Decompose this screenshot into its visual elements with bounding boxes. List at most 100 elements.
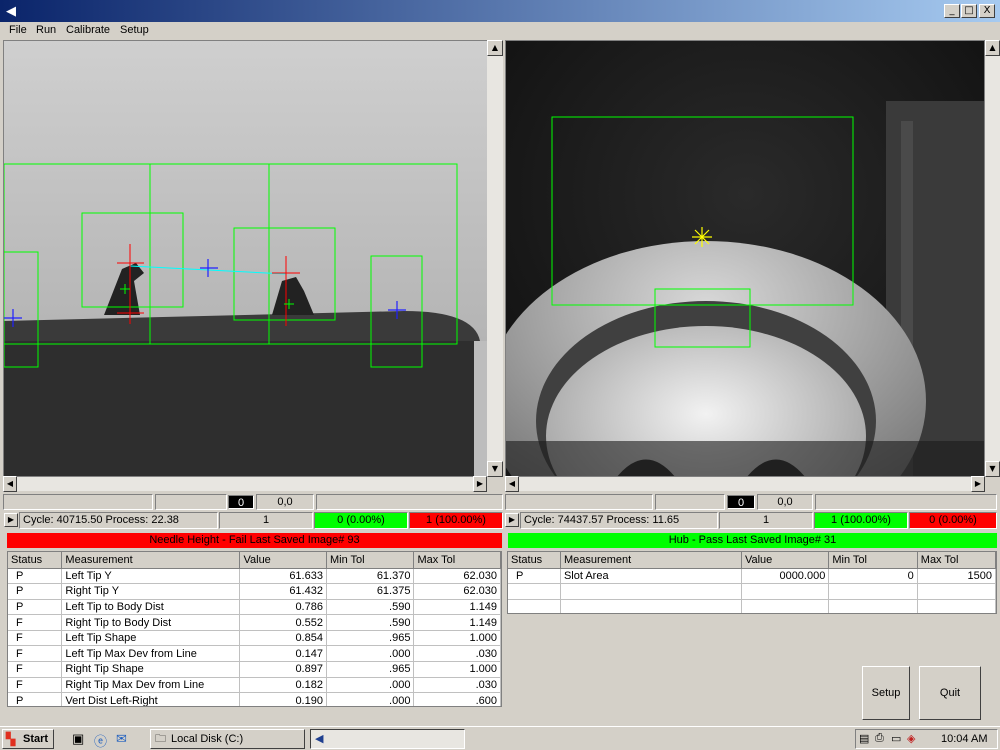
left-cycle-info: Cycle: 40715.50 Process: 22.38 xyxy=(19,512,218,529)
close-button[interactable]: X xyxy=(979,4,995,18)
right-count: 1 xyxy=(719,512,813,529)
column-header[interactable]: Status xyxy=(508,552,561,569)
restore-button[interactable]: □ xyxy=(961,4,977,18)
scroll-down-icon[interactable]: ▼ xyxy=(487,461,503,477)
status-cell: F xyxy=(8,645,63,663)
right-vertical-scrollbar[interactable]: ▲ ▼ xyxy=(985,40,1000,477)
max-tol-cell: 1.149 xyxy=(413,599,501,616)
max-tol-cell: 1.000 xyxy=(413,661,501,678)
left-counter: 0 xyxy=(228,495,254,509)
table-row[interactable] xyxy=(508,583,996,600)
table-row[interactable]: P Left Tip Y 61.633 61.370 62.030 xyxy=(8,568,501,585)
min-tol-cell xyxy=(828,599,918,613)
value-cell: 0.786 xyxy=(239,599,327,616)
table-row[interactable]: P Vert Dist Left-Right 0.190.000.600 xyxy=(8,692,501,706)
table-row[interactable]: F Left Tip Shape 0.854.965 1.000 xyxy=(8,630,501,647)
column-header[interactable]: Min Tol xyxy=(828,552,918,569)
right-run-arrow-icon[interactable]: ▶ xyxy=(505,513,519,527)
max-tol-cell: .600 xyxy=(413,692,501,706)
menu-setup[interactable]: Setup xyxy=(120,24,149,36)
menu-run[interactable]: Run xyxy=(36,24,56,36)
min-tol-cell: .965 xyxy=(326,661,415,678)
menu-file[interactable]: File xyxy=(9,24,27,36)
taskbar-task-local-disk[interactable]: 🗀 Local Disk (C:) xyxy=(150,729,305,749)
tray-monitor-icon[interactable]: ▭ xyxy=(891,732,901,745)
scroll-left-icon[interactable]: ◀ xyxy=(505,476,519,492)
column-header[interactable]: Measurement xyxy=(560,552,742,569)
windows-logo-icon: ▚ xyxy=(6,732,16,746)
table-row[interactable]: F Right Tip Max Dev from Line 0.182.000.03… xyxy=(8,677,501,694)
table-row[interactable]: F Left Tip Max Dev from Line 0.147.000.030 xyxy=(8,645,501,663)
measurement-cell: Right Tip Shape xyxy=(61,661,241,678)
scroll-right-icon[interactable]: ▶ xyxy=(473,476,487,492)
column-header[interactable]: Measurement xyxy=(61,552,241,569)
column-header[interactable]: Value xyxy=(239,552,327,569)
measurement-cell xyxy=(560,583,742,600)
column-header[interactable]: Status xyxy=(8,552,63,569)
desktop-icon[interactable]: ▣ xyxy=(72,731,84,747)
right-camera-view[interactable] xyxy=(505,40,985,477)
app-back-icon[interactable]: ◀ xyxy=(6,3,22,19)
menu-calibrate[interactable]: Calibrate xyxy=(66,24,110,36)
min-tol-cell xyxy=(828,583,918,600)
tray-network-icon[interactable]: ▤ xyxy=(859,732,869,745)
right-empty-field xyxy=(505,494,653,510)
min-tol-cell: .000 xyxy=(326,692,415,706)
table-row[interactable]: F Right Tip Shape 0.897.965 1.000 xyxy=(8,661,501,678)
right-empty-field-3 xyxy=(815,494,997,510)
min-tol-cell: .000 xyxy=(326,677,415,694)
scroll-right-icon[interactable]: ▶ xyxy=(971,476,985,492)
status-cell: F xyxy=(8,614,63,631)
table-row[interactable] xyxy=(508,599,996,613)
table-row[interactable]: P Left Tip to Body Dist 0.786.590 1.149 xyxy=(8,599,501,616)
measurement-cell: Vert Dist Left-Right xyxy=(61,692,241,706)
left-count: 1 xyxy=(219,512,313,529)
left-fail-count: 1 (100.00%) xyxy=(409,512,503,529)
tray-printer-icon[interactable]: ⎙ xyxy=(875,732,884,745)
minimize-button[interactable]: _ xyxy=(944,4,960,18)
status-cell: P xyxy=(8,583,63,600)
table-row[interactable]: P Slot Area 0000.000 0 1500 xyxy=(508,568,996,585)
left-camera-view[interactable] xyxy=(3,40,489,477)
table-row[interactable]: P Right Tip Y 61.432 61.375 62.030 xyxy=(8,583,501,600)
scroll-up-icon[interactable]: ▲ xyxy=(487,40,503,56)
value-cell: 0.182 xyxy=(239,677,327,694)
value-cell xyxy=(741,599,830,613)
scroll-up-icon[interactable]: ▲ xyxy=(985,40,1000,56)
tray-shield-icon[interactable]: ◈ xyxy=(907,732,915,745)
left-measurement-table[interactable]: Status Measurement Value Min Tol Max Tol… xyxy=(7,551,502,707)
value-cell xyxy=(741,583,830,600)
clock[interactable]: 10:04 AM xyxy=(941,733,987,745)
column-header[interactable]: Min Tol xyxy=(326,552,415,569)
column-header[interactable]: Max Tol xyxy=(917,552,996,569)
column-header[interactable]: Value xyxy=(741,552,830,569)
hub-camera-image xyxy=(506,41,984,476)
table-header-row: Status Measurement Value Min Tol Max Tol xyxy=(8,552,501,569)
left-vertical-scrollbar[interactable]: ▲ ▼ xyxy=(487,40,503,477)
right-fail-count: 0 (0.00%) xyxy=(909,512,997,529)
start-button[interactable]: ▚ Start xyxy=(2,729,54,749)
quit-button[interactable]: Quit xyxy=(919,666,981,720)
scroll-left-icon[interactable]: ◀ xyxy=(3,476,17,492)
left-horizontal-scrollbar[interactable]: ◀ ▶ xyxy=(3,476,487,492)
setup-button[interactable]: Setup xyxy=(862,666,910,720)
measurement-cell: Left Tip Max Dev from Line xyxy=(61,645,241,663)
taskbar-task-inspection-app[interactable]: ◀ xyxy=(310,729,465,749)
title-bar: ◀ _ □ X xyxy=(0,0,1000,22)
right-measurement-table[interactable]: Status Measurement Value Min Tol Max Tol… xyxy=(507,551,997,614)
column-header[interactable]: Max Tol xyxy=(413,552,501,569)
left-pass-count: 0 (0.00%) xyxy=(314,512,408,529)
left-run-arrow-icon[interactable]: ▶ xyxy=(4,513,18,527)
right-horizontal-scrollbar[interactable]: ◀ ▶ xyxy=(505,476,985,492)
measurement-cell: Right Tip to Body Dist xyxy=(61,614,241,631)
max-tol-cell: 1500 xyxy=(917,568,996,585)
outlook-icon[interactable]: ✉ xyxy=(116,731,127,747)
scroll-down-icon[interactable]: ▼ xyxy=(985,461,1000,477)
min-tol-cell: 61.370 xyxy=(326,568,415,585)
right-result-banner: Hub - Pass Last Saved Image# 31 xyxy=(508,533,997,548)
status-cell: F xyxy=(8,661,63,678)
max-tol-cell: 1.000 xyxy=(413,630,501,647)
table-row[interactable]: F Right Tip to Body Dist 0.552.590 1.149 xyxy=(8,614,501,631)
min-tol-cell: .000 xyxy=(326,645,415,663)
browser-icon[interactable]: ⓔ xyxy=(94,731,107,750)
